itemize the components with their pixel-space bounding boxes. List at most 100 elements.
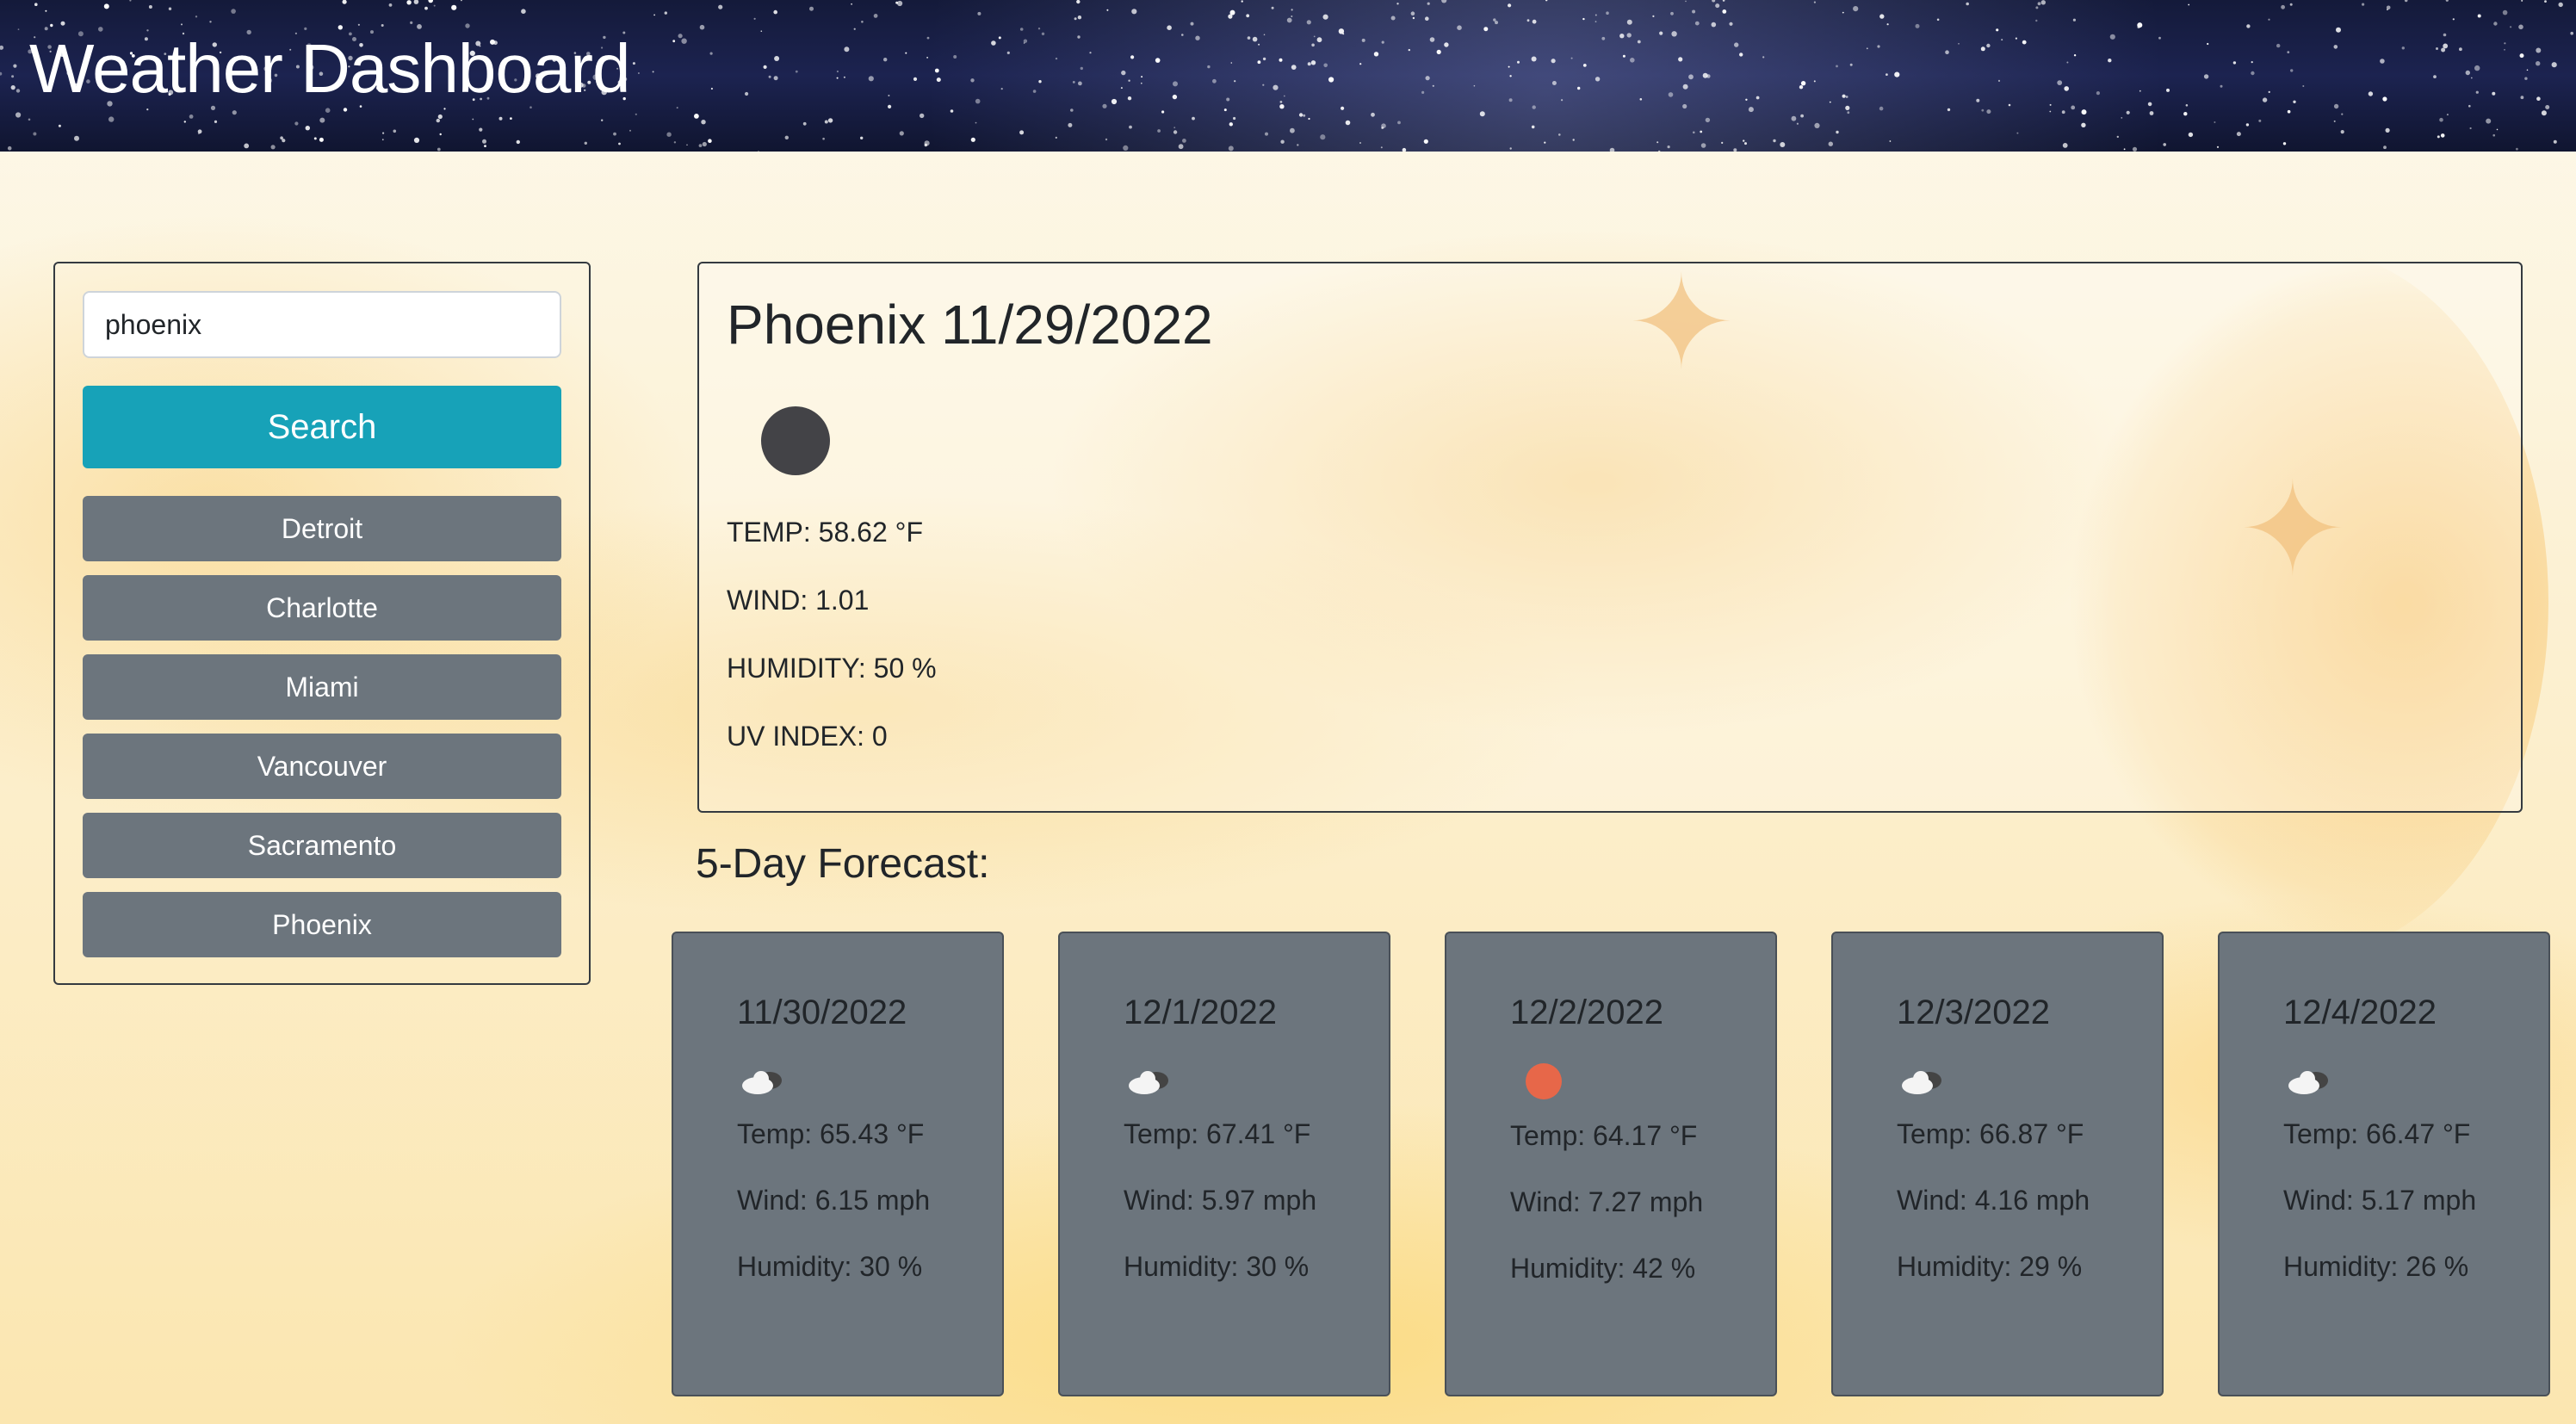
star-dot (2207, 42, 2209, 46)
star-dot (1685, 0, 1687, 3)
star-dot (2474, 65, 2480, 71)
star-dot (2220, 84, 2223, 88)
star-dot (1252, 36, 1258, 42)
star-dot (1423, 139, 1428, 144)
star-dot (851, 3, 852, 5)
history-button-miami[interactable]: Miami (83, 654, 561, 720)
star-dot (1123, 145, 1129, 151)
star-dot (2570, 31, 2573, 35)
star-dot (1658, 150, 1661, 152)
star-dot (1532, 19, 1537, 24)
star-dot (1181, 34, 1184, 36)
star-dot (2486, 118, 2492, 124)
star-dot (1131, 9, 1137, 15)
star-dot (1072, 81, 1075, 84)
forecast-wind: Wind: 5.97 mph (1124, 1185, 1317, 1216)
star-dot (484, 145, 486, 148)
star-dot (2341, 113, 2344, 115)
star-dot (1601, 36, 1606, 40)
star-dot (1157, 129, 1161, 133)
star-dot (2287, 51, 2290, 53)
history-button-charlotte[interactable]: Charlotte (83, 575, 561, 641)
star-dot (437, 114, 443, 120)
star-dot (1659, 31, 1663, 35)
star-dot (1637, 40, 1641, 44)
star-dot (635, 113, 637, 115)
star-dot (1172, 94, 1178, 100)
star-dot (2015, 37, 2017, 40)
star-dot (1041, 32, 1045, 35)
star-dot (2386, 5, 2391, 10)
star-dot (1233, 116, 1236, 121)
history-button-vancouver[interactable]: Vancouver (83, 734, 561, 799)
star-dot (2251, 61, 2253, 64)
star-dot (1077, 35, 1081, 39)
star-dot (2368, 91, 2374, 96)
star-dot (2016, 132, 2019, 134)
history-button-sacramento[interactable]: Sacramento (83, 813, 561, 878)
star-dot (2477, 14, 2481, 18)
star-dot (686, 144, 688, 146)
star-dot (1425, 16, 1429, 22)
history-button-phoenix[interactable]: Phoenix (83, 892, 561, 957)
star-dot (618, 142, 621, 145)
star-dot (313, 137, 317, 140)
star-dot (1307, 62, 1311, 66)
star-dot (2545, 105, 2550, 109)
star-dot (381, 24, 384, 27)
star-dot (1745, 98, 1748, 102)
star-dot (2510, 26, 2512, 28)
star-dot (1879, 14, 1885, 19)
star-dot (1668, 92, 1674, 97)
star-dot (406, 0, 412, 5)
star-dot (637, 72, 640, 74)
star-dot (1894, 71, 1900, 77)
star-dot (926, 36, 930, 40)
history-button-detroit[interactable]: Detroit (83, 496, 561, 561)
star-dot (294, 121, 299, 126)
star-dot (745, 91, 749, 96)
star-dot (1279, 58, 1283, 62)
star-dot (1262, 57, 1266, 61)
star-dot (1306, 20, 1311, 25)
star-dot (1310, 60, 1316, 65)
star-dot (2037, 2, 2041, 6)
forecast-temp: Temp: 67.41 °F (1124, 1118, 1311, 1149)
star-dot (1609, 147, 1615, 152)
star-dot (1715, 3, 1720, 9)
star-dot (991, 40, 996, 46)
search-button[interactable]: Search (83, 386, 561, 468)
star-dot (1105, 138, 1108, 141)
search-panel: Search Detroit Charlotte Miami Vancouver… (53, 262, 591, 985)
star-dot (795, 70, 798, 73)
star-dot (868, 76, 874, 82)
star-dot (1813, 1, 1816, 3)
star-dot (1577, 86, 1581, 90)
star-dot (479, 127, 483, 132)
star-dot (148, 5, 152, 9)
star-dot (2214, 121, 2216, 123)
star-dot (1359, 142, 1361, 144)
star-dot (2022, 40, 2027, 45)
star-dot (2493, 22, 2498, 26)
star-dot (1178, 144, 1184, 150)
star-dot (844, 46, 850, 53)
star-dot (1997, 79, 2001, 82)
star-dot (2071, 105, 2076, 110)
star-dot (1509, 75, 1512, 77)
star-dot (1945, 50, 1949, 54)
star-dot (773, 76, 778, 81)
star-dot (2073, 53, 2077, 57)
star-dot (1127, 96, 1132, 101)
city-search-input[interactable] (83, 291, 561, 358)
star-dot (437, 147, 441, 152)
star-dot (1111, 98, 1118, 105)
star-dot (1089, 52, 1092, 54)
star-dot (45, 9, 47, 12)
star-dot (168, 7, 172, 10)
star-dot (1595, 21, 1597, 22)
star-dot (809, 6, 814, 11)
forecast-humidity: Humidity: 30 % (737, 1251, 923, 1282)
star-dot (7, 145, 12, 151)
star-dot (516, 139, 520, 145)
